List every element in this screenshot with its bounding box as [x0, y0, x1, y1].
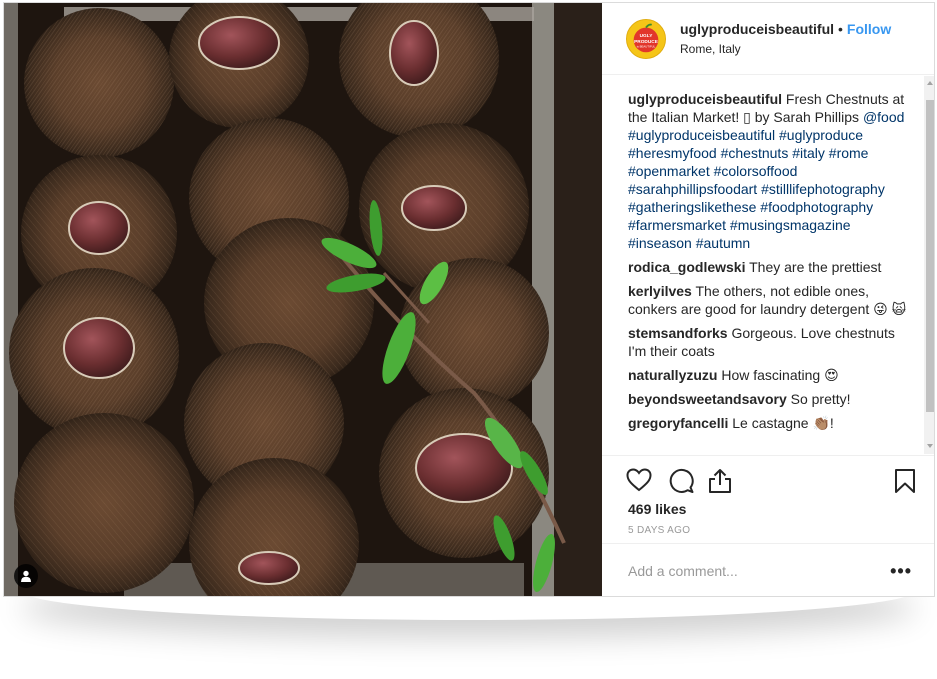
- comment-item: gregoryfancelli Le castagne 👏🏽!: [628, 414, 912, 432]
- heart-icon: [626, 468, 652, 492]
- post-location[interactable]: Rome, Italy: [680, 42, 891, 56]
- comment-item: rodica_godlewski They are the prettiest: [628, 258, 912, 276]
- follow-button[interactable]: Follow: [847, 21, 891, 37]
- post-username[interactable]: uglyproduceisbeautiful: [680, 21, 834, 37]
- post-header: UGLY PRODUCE is BEAUTIFUL uglyproduceisb…: [602, 3, 934, 75]
- caption: uglyproduceisbeautiful Fresh Chestnuts a…: [628, 90, 912, 252]
- scrollbar-thumb[interactable]: [926, 100, 934, 412]
- scroll-up-arrow-icon[interactable]: [927, 81, 933, 85]
- comments-list[interactable]: uglyproduceisbeautiful Fresh Chestnuts a…: [602, 76, 934, 454]
- comment-bubble-icon: [669, 468, 694, 493]
- post-photo[interactable]: [4, 3, 602, 596]
- comment-text: How fascinating 😍: [721, 367, 839, 383]
- comment-username[interactable]: kerlyilves: [628, 283, 692, 299]
- user-tag-button[interactable]: [14, 564, 38, 588]
- share-icon: [709, 469, 731, 493]
- comment-item: naturallyzuzu How fascinating 😍: [628, 366, 912, 384]
- svg-text:is BEAUTIFUL: is BEAUTIFUL: [637, 44, 656, 48]
- more-options-button[interactable]: •••: [890, 562, 912, 580]
- instagram-post: UGLY PRODUCE is BEAUTIFUL uglyproduceisb…: [3, 2, 935, 597]
- post-timestamp[interactable]: 5 DAYS AGO: [628, 525, 690, 536]
- comment-text: Le castagne 👏🏽!: [732, 415, 834, 431]
- comment-button[interactable]: [668, 468, 694, 499]
- share-button[interactable]: [708, 468, 732, 499]
- comment-username[interactable]: beyondsweetandsavory: [628, 391, 787, 407]
- caption-hashtags[interactable]: @food #uglyproduceisbeautiful #uglyprodu…: [628, 109, 904, 251]
- svg-text:UGLY: UGLY: [640, 33, 654, 39]
- add-comment-section: •••: [602, 543, 934, 596]
- post-actions: [602, 455, 934, 503]
- comment-username[interactable]: stemsandforks: [628, 325, 728, 341]
- bookmark-icon: [895, 469, 915, 493]
- comment-username[interactable]: gregoryfancelli: [628, 415, 728, 431]
- avatar[interactable]: UGLY PRODUCE is BEAUTIFUL: [626, 18, 666, 59]
- header-separator: •: [838, 21, 843, 37]
- comment-item: stemsandforks Gorgeous. Love chestnuts I…: [628, 324, 912, 360]
- comment-item: beyondsweetandsavory So pretty!: [628, 390, 912, 408]
- ugly-produce-logo-icon: UGLY PRODUCE is BEAUTIFUL: [627, 19, 665, 58]
- comment-item: kerlyilves The others, not edible ones, …: [628, 282, 912, 318]
- person-icon: [21, 570, 31, 582]
- comment-username[interactable]: naturallyzuzu: [628, 367, 717, 383]
- comment-username[interactable]: rodica_godlewski: [628, 259, 745, 275]
- post-side-panel: UGLY PRODUCE is BEAUTIFUL uglyproduceisb…: [602, 3, 934, 596]
- comment-text: So pretty!: [790, 391, 851, 407]
- save-button[interactable]: [894, 468, 916, 499]
- caption-username[interactable]: uglyproduceisbeautiful: [628, 91, 782, 107]
- add-comment-input[interactable]: [628, 563, 891, 579]
- comment-text: They are the prettiest: [749, 259, 882, 275]
- likes-count[interactable]: 469 likes: [628, 501, 686, 517]
- chestnut-burrs-image: [4, 3, 602, 596]
- like-button[interactable]: [626, 468, 652, 497]
- scroll-down-arrow-icon[interactable]: [927, 444, 933, 448]
